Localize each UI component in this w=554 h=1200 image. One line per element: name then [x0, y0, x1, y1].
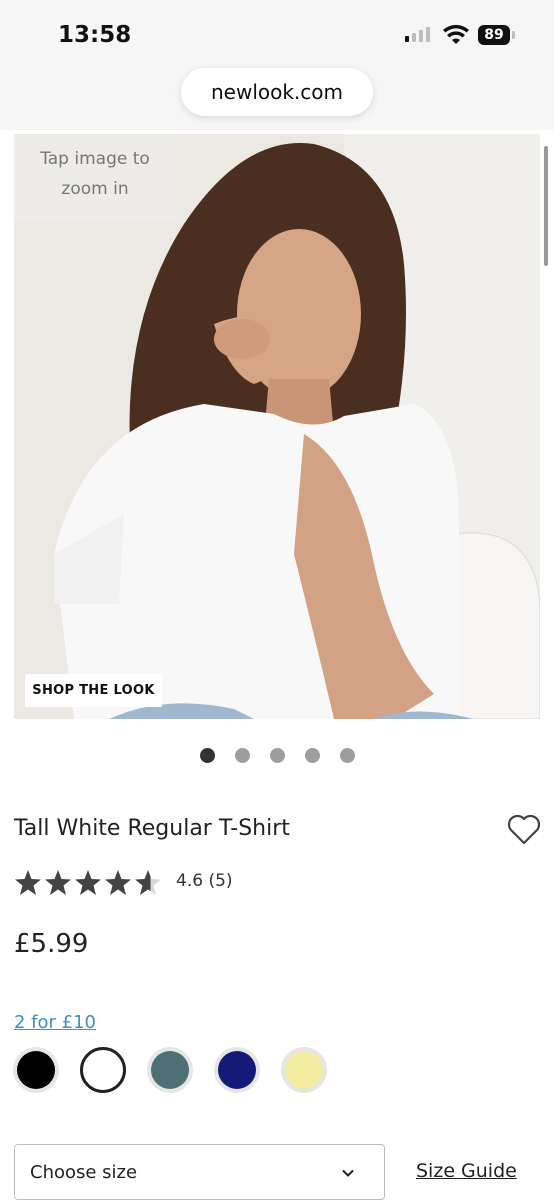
color-swatch-navy[interactable] [214, 1047, 260, 1093]
zoom-hint-line2: zoom in [61, 179, 129, 199]
zoom-hint: Tap image to zoom in [14, 134, 176, 222]
shop-the-look-button[interactable]: SHOP THE LOOK [25, 674, 162, 707]
battery-tip [512, 31, 515, 39]
carousel-dot[interactable] [200, 748, 215, 763]
color-swatches [13, 1047, 327, 1093]
carousel-dot[interactable] [235, 748, 250, 763]
carousel-dot[interactable] [270, 748, 285, 763]
product-title: Tall White Regular T-Shirt [14, 816, 290, 841]
chevron-down-icon [342, 1169, 354, 1177]
url-field[interactable]: newlook.com [181, 68, 373, 116]
swatch-fill [17, 1051, 55, 1089]
status-time: 13:58 [58, 22, 132, 48]
carousel-dot[interactable] [340, 748, 355, 763]
color-swatch-black[interactable] [13, 1047, 59, 1093]
color-swatch-yellow[interactable] [281, 1047, 327, 1093]
star-rating [14, 868, 164, 898]
carousel-dot[interactable] [305, 748, 320, 763]
star-icons [15, 870, 161, 895]
zoom-hint-line1: Tap image to [40, 149, 150, 169]
swatch-fill [218, 1051, 256, 1089]
browser-address-bar: newlook.com [0, 60, 554, 130]
rating-text[interactable]: 4.6 (5) [176, 871, 233, 891]
product-image[interactable]: Tap image to zoom in SHOP THE LOOK [14, 134, 540, 719]
swatch-fill [285, 1051, 323, 1089]
color-swatch-white[interactable] [80, 1047, 126, 1093]
size-guide-link[interactable]: Size Guide [416, 1160, 517, 1182]
promo-link[interactable]: 2 for £10 [14, 1012, 96, 1033]
battery-indicator: 89 [478, 25, 510, 45]
carousel-dots [200, 748, 355, 763]
product-price: £5.99 [14, 929, 89, 959]
scrollbar[interactable] [544, 146, 548, 266]
size-select[interactable]: Choose size [14, 1144, 385, 1200]
color-swatch-slate[interactable] [147, 1047, 193, 1093]
heart-icon[interactable] [506, 812, 542, 846]
swatch-fill [151, 1051, 189, 1089]
size-select-label: Choose size [30, 1161, 138, 1183]
cellular-signal-icon [405, 27, 430, 42]
swatch-fill [84, 1051, 122, 1089]
wifi-icon [443, 24, 469, 44]
